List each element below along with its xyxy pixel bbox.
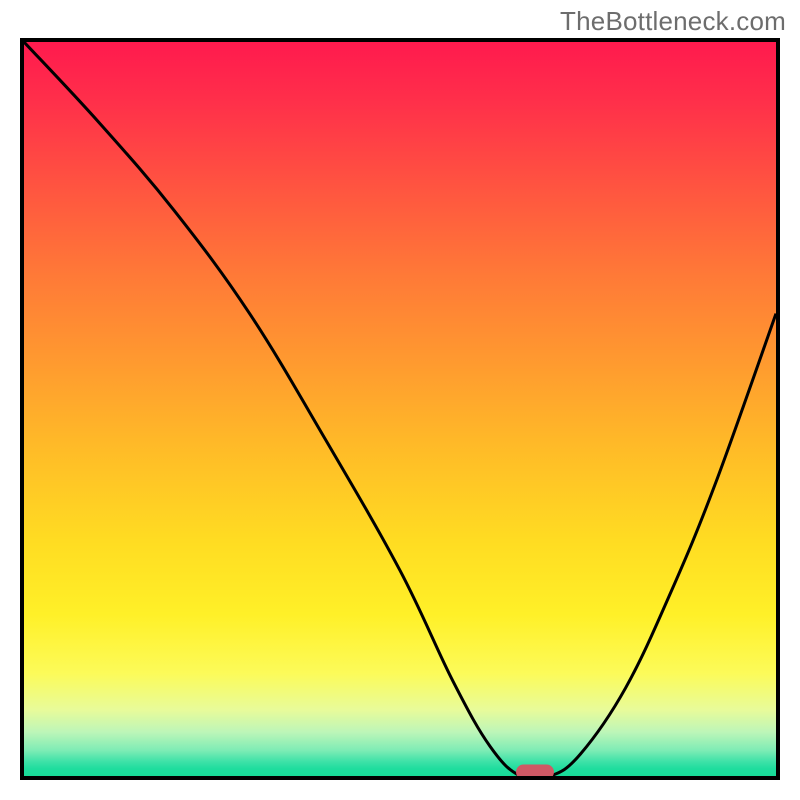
- plot-area: [20, 38, 780, 780]
- watermark-text: TheBottleneck.com: [560, 6, 786, 37]
- curve-svg: [24, 42, 776, 776]
- chart-container: TheBottleneck.com: [0, 0, 800, 800]
- curve-path: [24, 42, 776, 776]
- minimum-marker: [516, 764, 554, 779]
